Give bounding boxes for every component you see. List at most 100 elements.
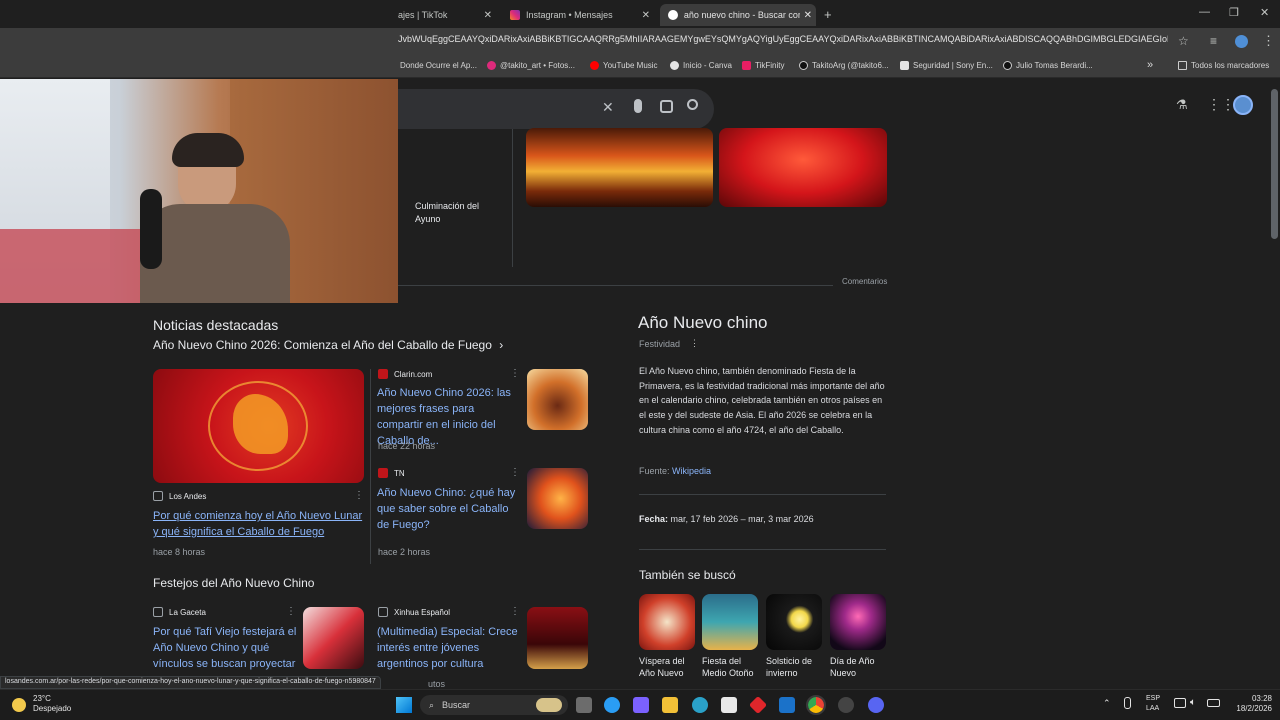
news-source: Clarin.com — [378, 369, 432, 379]
news-subheading-link[interactable]: Año Nuevo Chino 2026: Comienza el Año de… — [153, 338, 503, 352]
bookmark-item[interactable]: Julio Tomas Berardi... — [1003, 61, 1093, 70]
fire-horse-image[interactable] — [153, 369, 364, 483]
news-thumbnail[interactable] — [527, 468, 588, 529]
news-title[interactable]: Año Nuevo Chino: ¿qué hay que saber sobr… — [377, 485, 521, 533]
news-title[interactable]: Por qué Tafí Viejo festejará el Año Nuev… — [153, 624, 298, 672]
news-main-title[interactable]: Por qué comienza hoy el Año Nuevo Lunar … — [153, 508, 365, 540]
network-icon[interactable] — [1174, 698, 1186, 708]
news-thumbnail[interactable] — [527, 369, 588, 430]
bookmark-item[interactable]: Seguridad | Sony En... — [900, 61, 993, 70]
news-source: La Gaceta — [153, 607, 206, 617]
microphone-icon[interactable] — [634, 99, 642, 113]
volume-icon[interactable]: 🔈︎ — [1190, 697, 1196, 708]
more-options-icon[interactable]: ⋮ — [510, 467, 520, 478]
app-gray-icon[interactable] — [838, 697, 854, 713]
lens-icon[interactable] — [660, 100, 673, 113]
also-searched-item[interactable]: Solsticio de invierno — [766, 594, 824, 679]
also-searched-item[interactable]: Día de Año Nuevo — [830, 594, 888, 679]
comments-link[interactable]: Comentarios — [842, 277, 887, 286]
copilot-icon[interactable] — [604, 697, 620, 713]
taskbar-search[interactable]: ⌕ Buscar — [420, 695, 568, 715]
clear-icon[interactable]: ✕ — [602, 99, 614, 116]
news-title[interactable]: Año Nuevo Chino 2026: las mejores frases… — [377, 385, 521, 449]
wikipedia-link[interactable]: Wikipedia — [672, 466, 711, 476]
news-title[interactable]: (Multimedia) Especial: Crece interés ent… — [377, 624, 521, 672]
tab-tiktok[interactable]: ajes | TikTok ✕ — [398, 4, 498, 26]
close-icon[interactable]: ✕ — [636, 10, 656, 21]
bookmark-star-icon[interactable]: ☆ — [1178, 34, 1189, 48]
status-url: losandes.com.ar/por-las-redes/por-que-co… — [0, 676, 381, 689]
culminacion-label[interactable]: Culminación del Ayuno — [415, 200, 485, 226]
news-thumbnail[interactable] — [303, 607, 364, 669]
bookmark-item[interactable]: @takito_art • Fotos... — [487, 61, 575, 70]
more-options-icon[interactable]: ⋮ — [510, 368, 520, 379]
close-icon[interactable]: ✕ — [800, 10, 816, 21]
new-tab-icon[interactable]: + — [824, 7, 832, 22]
news-source: Xinhua Español — [378, 607, 450, 617]
tab-search-icon[interactable]: ≡ — [1210, 34, 1217, 48]
medio-otono-image — [702, 594, 758, 650]
menu-kebab-icon[interactable]: ⋮ — [1262, 33, 1275, 49]
close-icon[interactable]: ✕ — [478, 10, 498, 21]
search-icon: ⌕ — [429, 699, 435, 710]
all-bookmarks[interactable]: Todos los marcadores — [1178, 61, 1269, 70]
festejos-heading: Festejos del Año Nuevo Chino — [153, 576, 315, 590]
la-gaceta-icon — [153, 607, 163, 617]
extension-icon[interactable] — [1235, 35, 1248, 48]
more-bookmarks-icon[interactable]: » — [1147, 59, 1153, 71]
news-thumbnail[interactable] — [527, 607, 588, 669]
chevron-up-icon[interactable]: ⌃ — [1103, 698, 1111, 709]
weather-widget[interactable]: 23°C Despejado — [33, 694, 71, 714]
scrollbar-thumb[interactable] — [1271, 89, 1278, 239]
discord-icon[interactable] — [868, 697, 884, 713]
los-andes-icon — [153, 491, 163, 501]
labs-flask-icon[interactable]: ⚗ — [1176, 97, 1188, 113]
xinhua-icon — [378, 607, 388, 617]
also-searched-item[interactable]: Fiesta del Medio Otoño — [702, 594, 760, 679]
bookmark-item[interactable]: TikFinity — [742, 61, 784, 70]
task-view-icon[interactable] — [576, 697, 592, 713]
battery-icon[interactable] — [1207, 699, 1220, 707]
chrome-icon[interactable] — [806, 695, 826, 715]
red-lanterns-image[interactable] — [719, 128, 887, 207]
moon-weather-icon — [12, 698, 26, 712]
also-searched-item[interactable]: Víspera del Año Nuevo chino — [639, 594, 695, 679]
avatar[interactable] — [1233, 95, 1253, 115]
file-explorer-icon[interactable] — [662, 697, 678, 713]
app-icon[interactable] — [633, 697, 649, 713]
minimize-icon[interactable]: — — [1199, 6, 1210, 18]
more-options-icon[interactable]: ⋮ — [286, 606, 296, 617]
maximize-icon[interactable]: ❐ — [1229, 6, 1239, 19]
app-blue-icon[interactable] — [779, 697, 795, 713]
language-indicator[interactable]: ESP LAA — [1146, 694, 1160, 714]
news-source: Los Andes — [153, 491, 206, 501]
knowledge-type: Festividad ⋮ — [639, 338, 700, 349]
knowledge-date: Fecha: mar, 17 feb 2026 – mar, 3 mar 202… — [639, 514, 814, 524]
tab-google-search[interactable]: año nuevo chino - Buscar con G ✕ — [660, 4, 816, 26]
search-box[interactable]: ✕ — [398, 89, 714, 129]
tab-label: año nuevo chino - Buscar con G — [683, 10, 800, 20]
clock[interactable]: 03:28 18/2/2026 — [1224, 694, 1272, 714]
tab-label: ajes | TikTok — [398, 10, 448, 20]
bookmark-item[interactable]: Donde Ocurre el Ap... — [400, 61, 477, 70]
more-options-icon[interactable]: ⋮ — [510, 606, 520, 617]
bookmark-item[interactable]: Inicio - Canva — [670, 61, 732, 70]
divider — [370, 369, 371, 564]
news-time: hace 8 horas — [153, 547, 206, 557]
store-icon[interactable] — [721, 697, 737, 713]
more-options-icon[interactable]: ⋮ — [690, 338, 699, 349]
microphone-icon[interactable] — [1124, 697, 1131, 709]
tab-instagram[interactable]: Instagram • Mensajes ✕ — [504, 4, 656, 26]
apps-grid-icon[interactable]: ⋮⋮ — [1207, 96, 1235, 113]
folder-icon — [1178, 61, 1187, 70]
lantern-dragon-image[interactable] — [526, 128, 713, 207]
close-window-icon[interactable]: ✕ — [1260, 6, 1269, 19]
windows-start-icon[interactable] — [396, 697, 412, 713]
url-input[interactable]: JvbWUqEggCEAAYQxiDARixAxiABBiKBTIGCAAQRR… — [398, 34, 1168, 50]
app-red-icon[interactable] — [748, 695, 768, 715]
edge-icon[interactable] — [692, 697, 708, 713]
more-options-icon[interactable]: ⋮ — [354, 490, 364, 501]
search-icon[interactable] — [687, 99, 698, 110]
bookmark-item[interactable]: YouTube Music — [590, 61, 658, 70]
bookmark-item[interactable]: TakitoArg (@takito6... — [799, 61, 889, 70]
